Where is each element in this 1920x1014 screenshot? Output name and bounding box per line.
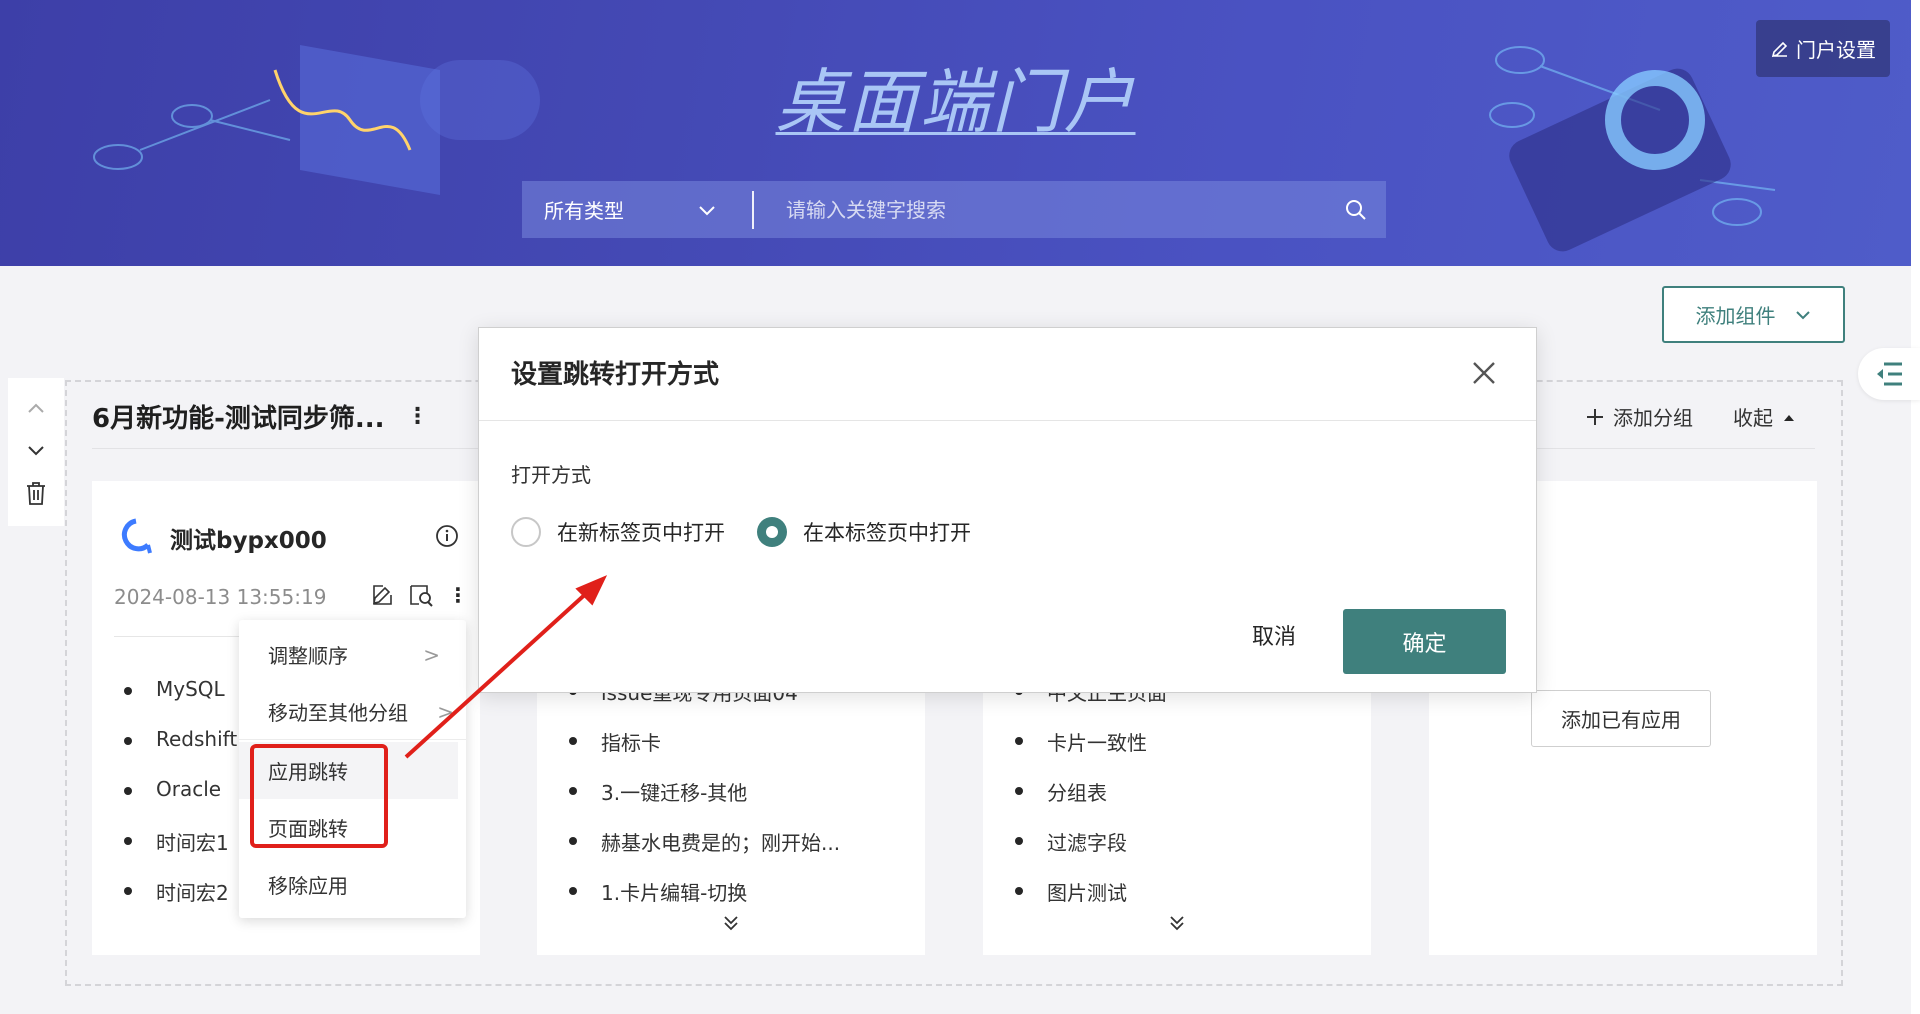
list-item[interactable]: 卡片一致性 xyxy=(1015,727,1147,756)
menu-item-remove-app[interactable]: 移除应用 xyxy=(239,856,466,913)
group-header: 6月新功能-测试同步筛... ⋮ xyxy=(92,395,429,437)
close-icon[interactable] xyxy=(1469,358,1499,388)
list-item[interactable]: 图片测试 xyxy=(1015,877,1127,906)
app-date: 2024-08-13 13:55:19 xyxy=(114,585,327,609)
portal-banner: 桌面端门户 门户设置 所有类型 xyxy=(0,0,1911,266)
add-group-label: 添加分组 xyxy=(1613,406,1693,430)
group-actions: 添加分组 收起 xyxy=(1585,402,1797,431)
more-vertical-icon[interactable]: ⋮ xyxy=(407,404,429,429)
list-item[interactable]: 分组表 xyxy=(1015,777,1107,806)
list-item[interactable]: MySQL xyxy=(124,677,225,701)
app-name[interactable]: 测试bypx000 xyxy=(170,521,327,555)
edit-icon[interactable] xyxy=(370,583,394,607)
jump-mode-dialog: 设置跳转打开方式 打开方式 在新标签页中打开 在本标签页中打开 取消 确定 xyxy=(478,327,1537,693)
plus-icon xyxy=(1587,408,1603,425)
list-item[interactable]: Oracle xyxy=(123,777,221,801)
menu-item-label: 移动至其他分组 xyxy=(268,701,408,725)
list-item[interactable]: 时间宏1 xyxy=(124,827,229,856)
list-item[interactable]: 1.卡片编辑-切换 xyxy=(568,877,747,906)
cancel-button[interactable]: 取消 xyxy=(1224,610,1324,660)
collapse-label: 收起 xyxy=(1733,406,1773,430)
preview-icon[interactable] xyxy=(408,583,434,607)
open-mode-radio-group: 在新标签页中打开 在本标签页中打开 xyxy=(511,517,971,547)
type-select[interactable]: 所有类型 xyxy=(522,181,752,238)
expand-more-icon[interactable] xyxy=(537,913,925,937)
trash-icon[interactable] xyxy=(24,480,48,506)
portal-settings-label: 门户设置 xyxy=(1796,38,1876,62)
menu-item-reorder[interactable]: 调整顺序 > xyxy=(239,626,466,683)
edit-icon xyxy=(1771,41,1788,57)
menu-divider xyxy=(239,739,466,740)
list-item[interactable]: 过滤字段 xyxy=(1015,827,1127,856)
side-panel-toggle[interactable] xyxy=(1858,348,1920,400)
app-logo-icon xyxy=(121,518,152,554)
type-select-value: 所有类型 xyxy=(544,199,624,223)
chevron-down-icon[interactable] xyxy=(25,439,47,461)
add-group-button[interactable]: 添加分组 xyxy=(1585,402,1693,431)
open-mode-label: 打开方式 xyxy=(511,463,591,487)
expand-more-icon[interactable] xyxy=(983,913,1371,937)
radio-label: 在本标签页中打开 xyxy=(803,521,971,545)
portal-settings-button[interactable]: 门户设置 xyxy=(1756,20,1890,77)
search-icon[interactable] xyxy=(1326,198,1386,222)
dialog-divider xyxy=(479,420,1536,421)
card-actions: ⋮ xyxy=(370,583,468,607)
list-item[interactable]: 3.一键迁移-其他 xyxy=(568,777,747,806)
list-item[interactable]: Redshift xyxy=(123,727,237,751)
collapse-button[interactable]: 收起 xyxy=(1733,402,1797,431)
search-input[interactable] xyxy=(754,181,1326,238)
radio-unchecked-icon xyxy=(511,517,541,547)
caret-up-icon xyxy=(1784,414,1794,421)
group-tools xyxy=(8,378,64,526)
dialog-title: 设置跳转打开方式 xyxy=(511,360,720,390)
chevron-up-icon[interactable] xyxy=(25,398,47,420)
add-widget-label: 添加组件 xyxy=(1695,304,1776,328)
list-item[interactable]: 指标卡 xyxy=(569,727,661,756)
search-bar: 所有类型 xyxy=(522,181,1386,238)
list-item[interactable]: 时间宏2 xyxy=(124,877,229,906)
more-vertical-icon[interactable]: ⋮ xyxy=(448,583,468,607)
chevron-down-icon xyxy=(699,206,715,216)
window-edge xyxy=(1911,0,1920,1014)
radio-checked-icon xyxy=(757,517,787,547)
menu-item-label: 移除应用 xyxy=(268,874,348,898)
highlight-box xyxy=(250,744,388,848)
info-icon[interactable] xyxy=(434,523,460,549)
chevron-down-icon xyxy=(1795,310,1810,319)
radio-current-tab[interactable]: 在本标签页中打开 xyxy=(757,517,971,547)
chevron-right-icon: > xyxy=(437,699,454,724)
indent-icon xyxy=(1877,362,1902,386)
radio-new-tab[interactable]: 在新标签页中打开 xyxy=(511,517,725,547)
group-title: 6月新功能-测试同步筛... xyxy=(92,403,385,434)
radio-label: 在新标签页中打开 xyxy=(557,521,725,545)
chevron-right-icon: > xyxy=(423,642,440,667)
add-existing-app-button[interactable]: 添加已有应用 xyxy=(1531,690,1711,747)
confirm-button[interactable]: 确定 xyxy=(1343,609,1506,674)
menu-item-label: 调整顺序 xyxy=(268,644,348,668)
portal-title: 桌面端门户 xyxy=(775,61,1136,143)
list-item[interactable]: 赫基水电费是的；刚开始... xyxy=(568,827,840,856)
add-widget-button[interactable]: 添加组件 xyxy=(1662,286,1845,343)
menu-item-move-group[interactable]: 移动至其他分组 > xyxy=(239,683,466,740)
